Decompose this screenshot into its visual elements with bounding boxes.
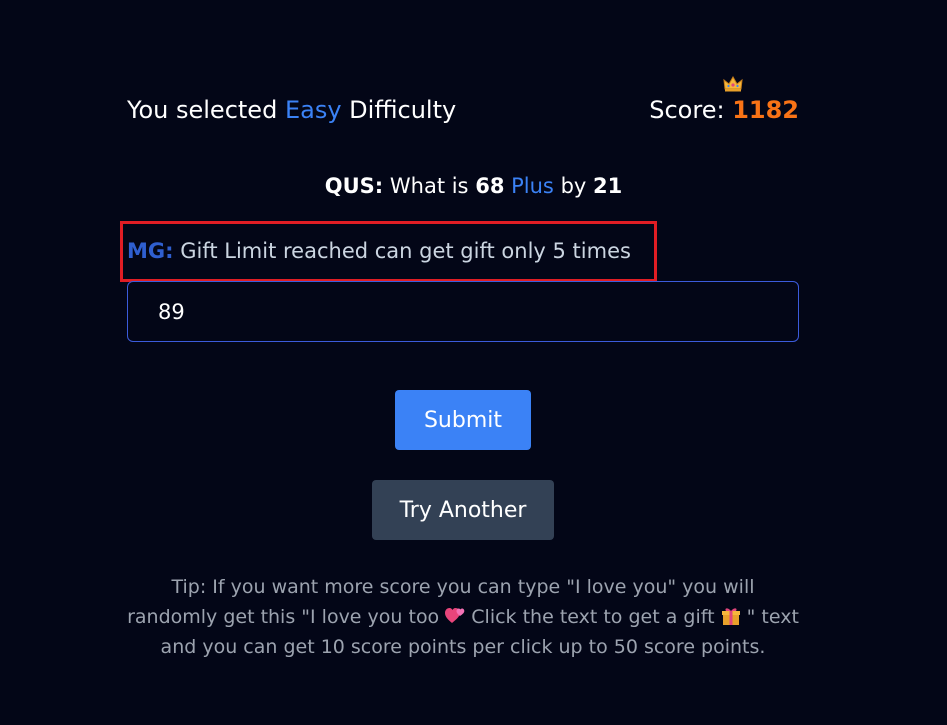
game-page: You selected Easy Difficulty Score: 1182…: [0, 0, 947, 725]
operation: Plus: [511, 174, 554, 198]
difficulty-value: Easy: [284, 96, 342, 124]
tip-part-2: Click the text to get a gift: [471, 606, 715, 628]
difficulty-prefix: You selected: [127, 96, 278, 124]
tip-text: Tip: If you want more score you can type…: [127, 572, 799, 662]
message-label: MG:: [127, 239, 174, 263]
operand-a: 68: [475, 174, 505, 198]
message-body: Gift Limit reached can get gift only 5 t…: [180, 239, 631, 263]
answer-input[interactable]: [127, 281, 799, 342]
question-text: QUS: What is 68 Plus by 21: [0, 172, 947, 200]
operand-b: 21: [593, 174, 623, 198]
difficulty-heading: You selected Easy Difficulty: [127, 94, 456, 126]
two-hearts-icon: [445, 608, 465, 623]
try-another-button[interactable]: Try Another: [372, 480, 554, 540]
crown-icon: [723, 76, 743, 92]
gift-icon: [721, 608, 740, 625]
by-word: by: [560, 174, 587, 198]
difficulty-suffix: Difficulty: [349, 96, 457, 124]
message-text: MG: Gift Limit reached can get gift only…: [127, 236, 631, 266]
score-display: Score: 1182: [649, 76, 799, 126]
question-prefix: What is: [389, 174, 469, 198]
score-value: 1182: [732, 96, 799, 124]
score-label: Score:: [649, 96, 725, 124]
question-label: QUS:: [324, 174, 384, 198]
score-value-wrap: 1182: [723, 76, 799, 124]
submit-button[interactable]: Submit: [395, 390, 531, 450]
